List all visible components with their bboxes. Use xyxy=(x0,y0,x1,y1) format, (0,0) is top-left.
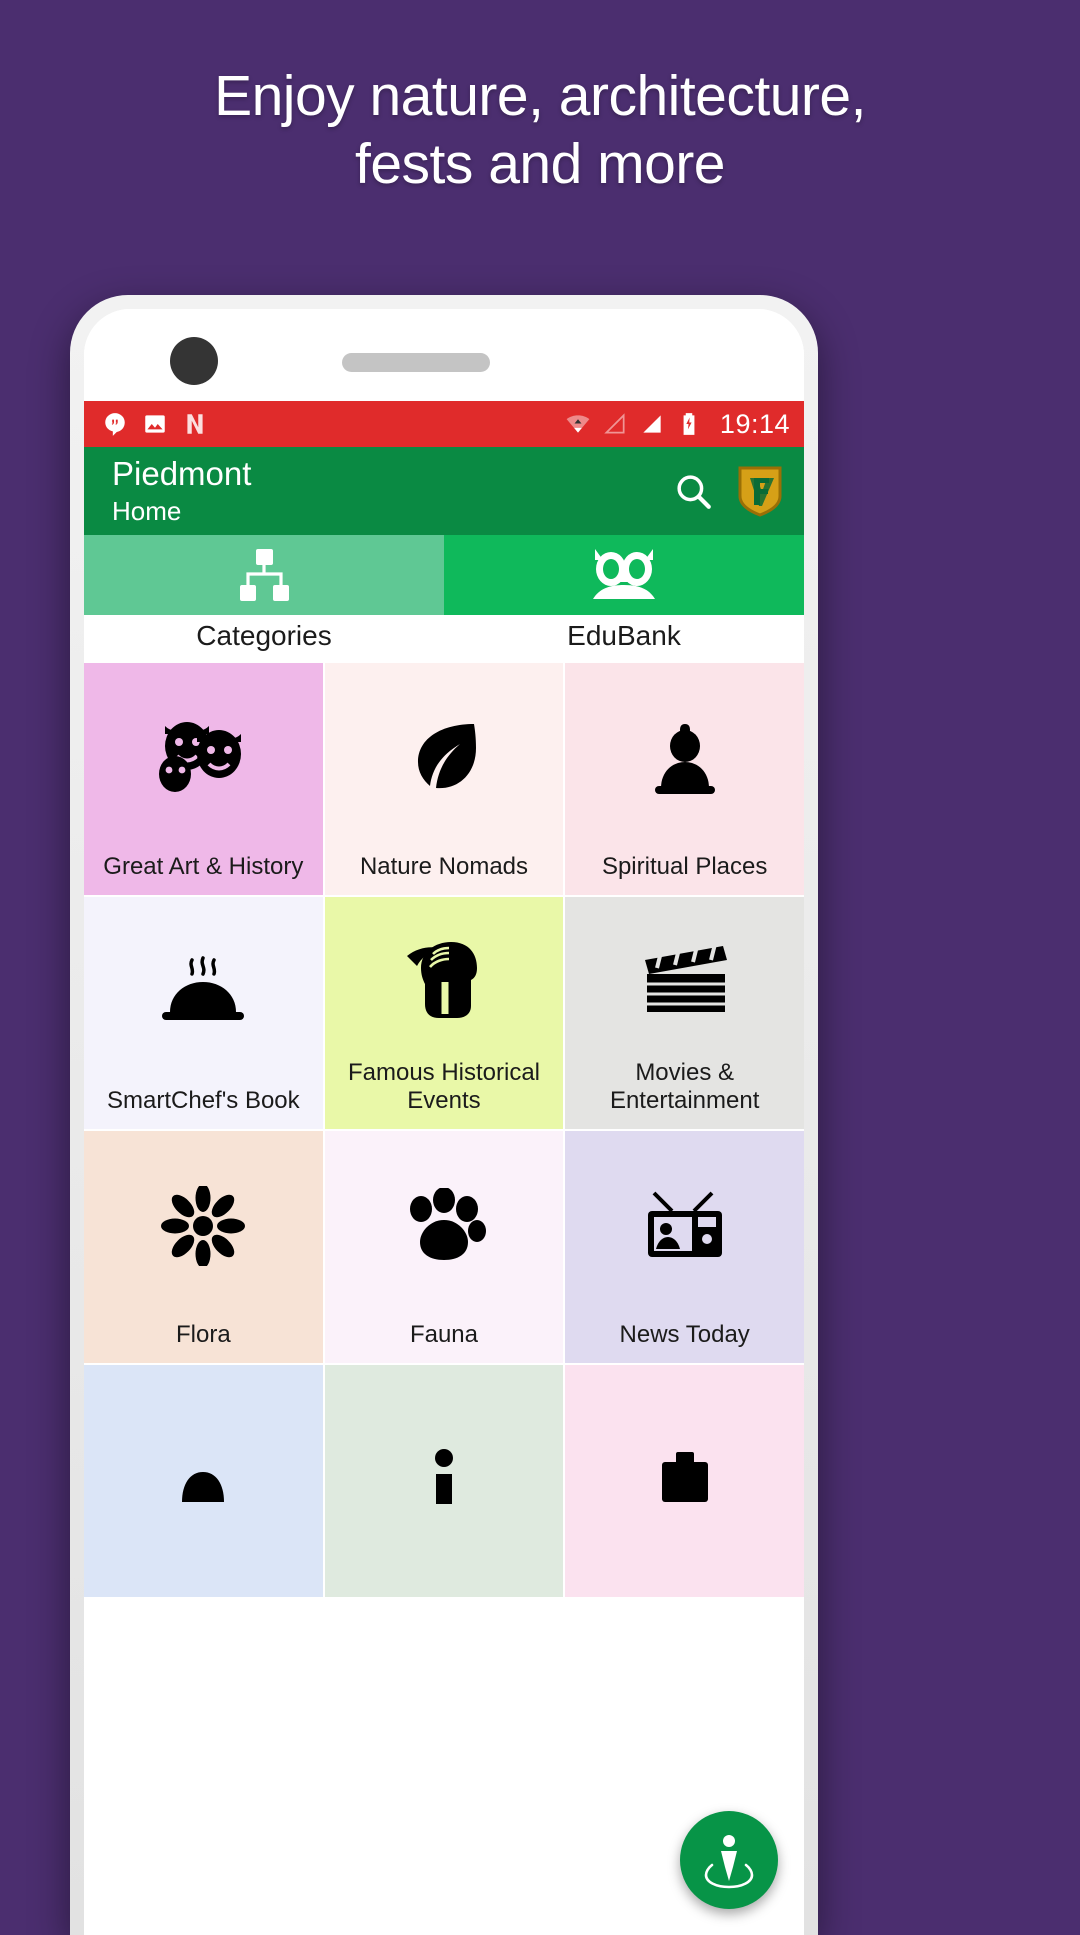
nova-notification-icon xyxy=(187,414,203,434)
tile-label xyxy=(84,1583,323,1597)
tile-partial-2[interactable] xyxy=(324,1365,564,1597)
promo-headline: Enjoy nature, architecture, fests and mo… xyxy=(0,62,1080,198)
tile-spiritual-places[interactable]: Spiritual Places xyxy=(565,663,804,895)
search-icon[interactable] xyxy=(672,470,714,512)
flower-icon xyxy=(84,1131,323,1321)
owl-icon xyxy=(593,549,655,599)
tab-labels: Categories EduBank xyxy=(84,615,804,663)
promo-line-1: Enjoy nature, architecture, xyxy=(214,64,866,128)
tile-label: News Today xyxy=(619,1321,750,1348)
tile-news-today[interactable]: News Today xyxy=(565,1131,804,1363)
location-fab-button[interactable] xyxy=(680,1811,778,1909)
tile-label: Spiritual Places xyxy=(601,853,768,880)
tile-label xyxy=(325,1583,564,1597)
status-bar-clock: 19:14 xyxy=(719,408,790,439)
promo-line-2: fests and more xyxy=(354,132,726,196)
status-bar: 19:14 xyxy=(84,401,804,447)
buddha-icon xyxy=(565,663,804,853)
status-bar-notifications xyxy=(102,411,208,437)
signal-full-icon xyxy=(643,415,661,433)
paw-icon xyxy=(325,1131,564,1321)
tile-partial-1[interactable] xyxy=(84,1365,323,1597)
category-grid: Great Art & History Nature Nomads Spirit… xyxy=(84,663,804,1597)
phone-bezel-top xyxy=(84,309,804,401)
tile-label: Flora xyxy=(175,1321,231,1348)
tile-nature-nomads[interactable]: Nature Nomads xyxy=(324,663,564,895)
wifi-icon xyxy=(566,415,590,433)
leaf-icon xyxy=(325,663,564,853)
tile-smartchefs-book[interactable]: SmartChef's Book xyxy=(84,897,323,1129)
app-bar: Piedmont Home xyxy=(84,447,804,535)
theatre-masks-icon xyxy=(84,663,323,853)
television-icon xyxy=(565,1131,804,1321)
status-bar-system-icons: 19:14 xyxy=(565,409,790,440)
partial-tile-icon xyxy=(565,1365,804,1583)
tile-partial-3[interactable] xyxy=(565,1365,804,1597)
tile-label xyxy=(565,1583,804,1597)
phone-screen-container: 19:14 Piedmont Home Categories EduBank G… xyxy=(84,309,804,1935)
cloche-icon xyxy=(84,897,323,1087)
tile-movies-entertainment[interactable]: Movies & Entertainment xyxy=(565,897,804,1129)
tile-famous-historical-events[interactable]: Famous Historical Events xyxy=(324,897,564,1129)
app-bar-titles: Piedmont Home xyxy=(112,455,251,527)
tile-great-art-history[interactable]: Great Art & History xyxy=(84,663,323,895)
page-title: Piedmont xyxy=(112,455,252,492)
tab-edubank[interactable] xyxy=(444,535,804,615)
partial-tile-icon xyxy=(84,1365,323,1583)
app-bar-actions xyxy=(672,464,784,518)
tile-label: Nature Nomads xyxy=(359,853,529,880)
shield-logo-icon[interactable] xyxy=(736,464,784,518)
tile-label: Great Art & History xyxy=(103,853,304,880)
battery-charging-icon xyxy=(683,413,695,435)
tab-label-categories: Categories xyxy=(196,620,332,651)
tab-categories[interactable] xyxy=(84,535,444,615)
tile-label: Famous Historical Events xyxy=(347,1059,541,1114)
spartan-helmet-icon xyxy=(325,897,564,1059)
tile-flora[interactable]: Flora xyxy=(84,1131,323,1363)
signal-empty-icon xyxy=(604,413,625,434)
clapperboard-icon xyxy=(565,897,804,1059)
sitemap-icon xyxy=(240,549,289,601)
tile-label: Fauna xyxy=(409,1321,479,1348)
earpiece-speaker-icon xyxy=(342,353,490,372)
app-screen: 19:14 Piedmont Home Categories EduBank G… xyxy=(84,401,804,1935)
tab-bar xyxy=(84,535,804,615)
tab-label-edubank: EduBank xyxy=(567,620,681,651)
photos-notification-icon xyxy=(145,415,165,433)
partial-tile-icon xyxy=(325,1365,564,1583)
page-subtitle: Home xyxy=(112,496,182,526)
tile-label: SmartChef's Book xyxy=(107,1087,300,1114)
phone-mockup: 19:14 Piedmont Home Categories EduBank G… xyxy=(70,295,818,1935)
tile-label: Movies & Entertainment xyxy=(609,1059,760,1114)
tile-fauna[interactable]: Fauna xyxy=(324,1131,564,1363)
person-location-icon xyxy=(704,1835,754,1889)
front-camera-icon xyxy=(170,337,218,385)
hangouts-notification-icon xyxy=(105,413,125,436)
